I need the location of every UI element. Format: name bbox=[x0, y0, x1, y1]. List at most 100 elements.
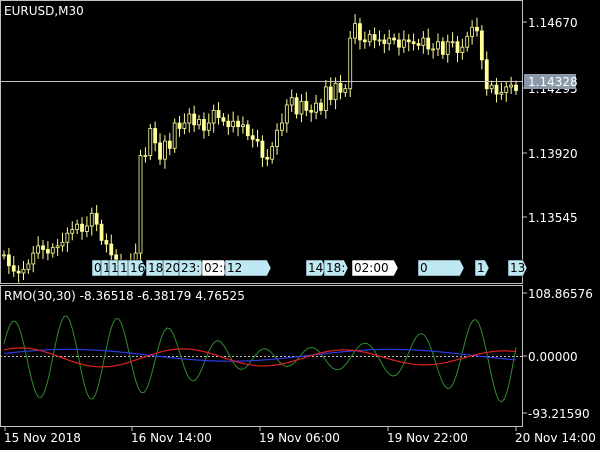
candle-body bbox=[304, 100, 309, 111]
candle-body bbox=[221, 117, 226, 122]
candle-body bbox=[36, 245, 41, 254]
candle-body bbox=[421, 37, 426, 46]
candle-body bbox=[509, 84, 514, 88]
candle-body bbox=[323, 86, 328, 111]
candle-body bbox=[440, 41, 445, 55]
candle-body bbox=[514, 84, 518, 91]
candle-body bbox=[50, 247, 55, 254]
candle-body bbox=[231, 120, 236, 128]
candle-body bbox=[153, 128, 158, 144]
candle-body bbox=[16, 270, 21, 274]
candle-body bbox=[314, 102, 318, 113]
candle-body bbox=[265, 156, 270, 160]
event-tag-label: 23: bbox=[181, 261, 200, 275]
candle-body bbox=[104, 240, 109, 245]
candle-body bbox=[338, 82, 343, 93]
candle-body bbox=[109, 243, 114, 256]
candle-body bbox=[392, 37, 396, 41]
candle-body bbox=[484, 59, 489, 90]
candle-body bbox=[270, 146, 275, 160]
candle-body bbox=[455, 41, 460, 53]
event-tag-label: 14 bbox=[308, 261, 323, 275]
candle-body bbox=[70, 229, 75, 234]
candle-body bbox=[216, 109, 221, 119]
candle-body bbox=[182, 122, 187, 129]
time-tick: 19 Nov 06:00 bbox=[259, 431, 340, 445]
candle-body bbox=[280, 122, 284, 131]
candle-body bbox=[250, 135, 255, 140]
candle-body bbox=[245, 124, 250, 137]
current-price-label: 1.14328 bbox=[528, 75, 578, 89]
candle-body bbox=[94, 212, 99, 225]
candle-body bbox=[143, 155, 148, 157]
indicator-label: RMO(30,30) -8.36518 -6.38179 4.76525 bbox=[4, 289, 245, 303]
candle-body bbox=[275, 129, 279, 147]
candle-body bbox=[177, 122, 182, 129]
event-tag-label: 1 bbox=[111, 261, 119, 275]
candle-body bbox=[479, 30, 484, 61]
candle-body bbox=[55, 245, 60, 249]
candle-body bbox=[84, 225, 89, 232]
candle-body bbox=[167, 140, 172, 149]
candle-body bbox=[133, 252, 138, 261]
candle-body bbox=[377, 39, 382, 42]
candle-body bbox=[187, 113, 192, 124]
candle-body bbox=[236, 120, 240, 128]
candle-body bbox=[211, 109, 216, 124]
time-axis: 15 Nov 2018 16 Nov 14:00 19 Nov 06:00 19… bbox=[4, 427, 596, 445]
candle-body bbox=[401, 39, 406, 48]
candle-body bbox=[11, 265, 16, 272]
candle-body bbox=[309, 109, 314, 113]
indicator-tick: 0.00000 bbox=[528, 350, 578, 364]
price-chart[interactable]: 0 1 1 1316 18 20 23: 02:0012 14 18:3002:00 0 1 13 1.… bbox=[0, 0, 600, 450]
candle-body bbox=[333, 82, 338, 100]
indicator-tick: -93.21590 bbox=[528, 407, 590, 421]
candle-body bbox=[362, 39, 367, 43]
price-axis: 1.14670 1.14295 1.13920 1.13545 bbox=[523, 16, 578, 225]
indicator-tick: 108.86576 bbox=[528, 287, 593, 301]
time-tick: 19 Nov 22:00 bbox=[387, 431, 468, 445]
chart-window[interactable]: 0 1 1 13 16 18 20 23: 02:00 12 14 18:30 02:00 0 1 13 1.… bbox=[0, 0, 600, 450]
candle-body bbox=[406, 39, 411, 43]
candle-body bbox=[372, 34, 377, 41]
candle-body bbox=[226, 120, 231, 128]
event-tag-label: 13 bbox=[510, 261, 525, 275]
candle-body bbox=[158, 142, 162, 160]
candle-body bbox=[241, 124, 245, 128]
candle-body bbox=[26, 263, 31, 270]
candle-body bbox=[148, 128, 153, 156]
candle-body bbox=[289, 97, 294, 106]
price-tick: 1.13545 bbox=[528, 211, 578, 225]
candle-body bbox=[353, 23, 357, 39]
candle-body bbox=[499, 91, 504, 95]
event-tag-label: 0 bbox=[94, 261, 102, 275]
candle-body bbox=[411, 41, 416, 44]
candle-body bbox=[60, 241, 65, 247]
candle-body bbox=[202, 119, 206, 131]
event-tag-label: 16 bbox=[130, 261, 145, 275]
candle-body bbox=[416, 43, 421, 46]
candle-body bbox=[75, 223, 80, 231]
candle-body bbox=[328, 86, 333, 100]
time-tick: 16 Nov 14:00 bbox=[131, 431, 212, 445]
candle-body bbox=[41, 245, 45, 250]
candles bbox=[2, 14, 518, 283]
candle-body bbox=[172, 122, 177, 149]
candle-body bbox=[21, 268, 26, 274]
candle-body bbox=[45, 249, 50, 254]
candle-body bbox=[192, 113, 197, 126]
candle-body bbox=[470, 26, 475, 37]
candle-body bbox=[299, 100, 304, 115]
candle-body bbox=[465, 35, 470, 48]
symbol-label: EURUSD,M30 bbox=[4, 4, 84, 18]
event-tags: 0 1 1 1316 18 20 23: 02:0012 14 18:3002:00 0 1 13 bbox=[91, 259, 528, 277]
candle-body bbox=[343, 88, 348, 93]
candle-body bbox=[2, 254, 6, 257]
candle-body bbox=[367, 34, 372, 43]
candle-body bbox=[80, 223, 84, 232]
candle-body bbox=[138, 155, 143, 254]
candle-body bbox=[99, 223, 104, 241]
event-tag-label: 20 bbox=[165, 261, 180, 275]
candle-body bbox=[255, 138, 260, 142]
time-tick: 20 Nov 14:00 bbox=[515, 431, 596, 445]
